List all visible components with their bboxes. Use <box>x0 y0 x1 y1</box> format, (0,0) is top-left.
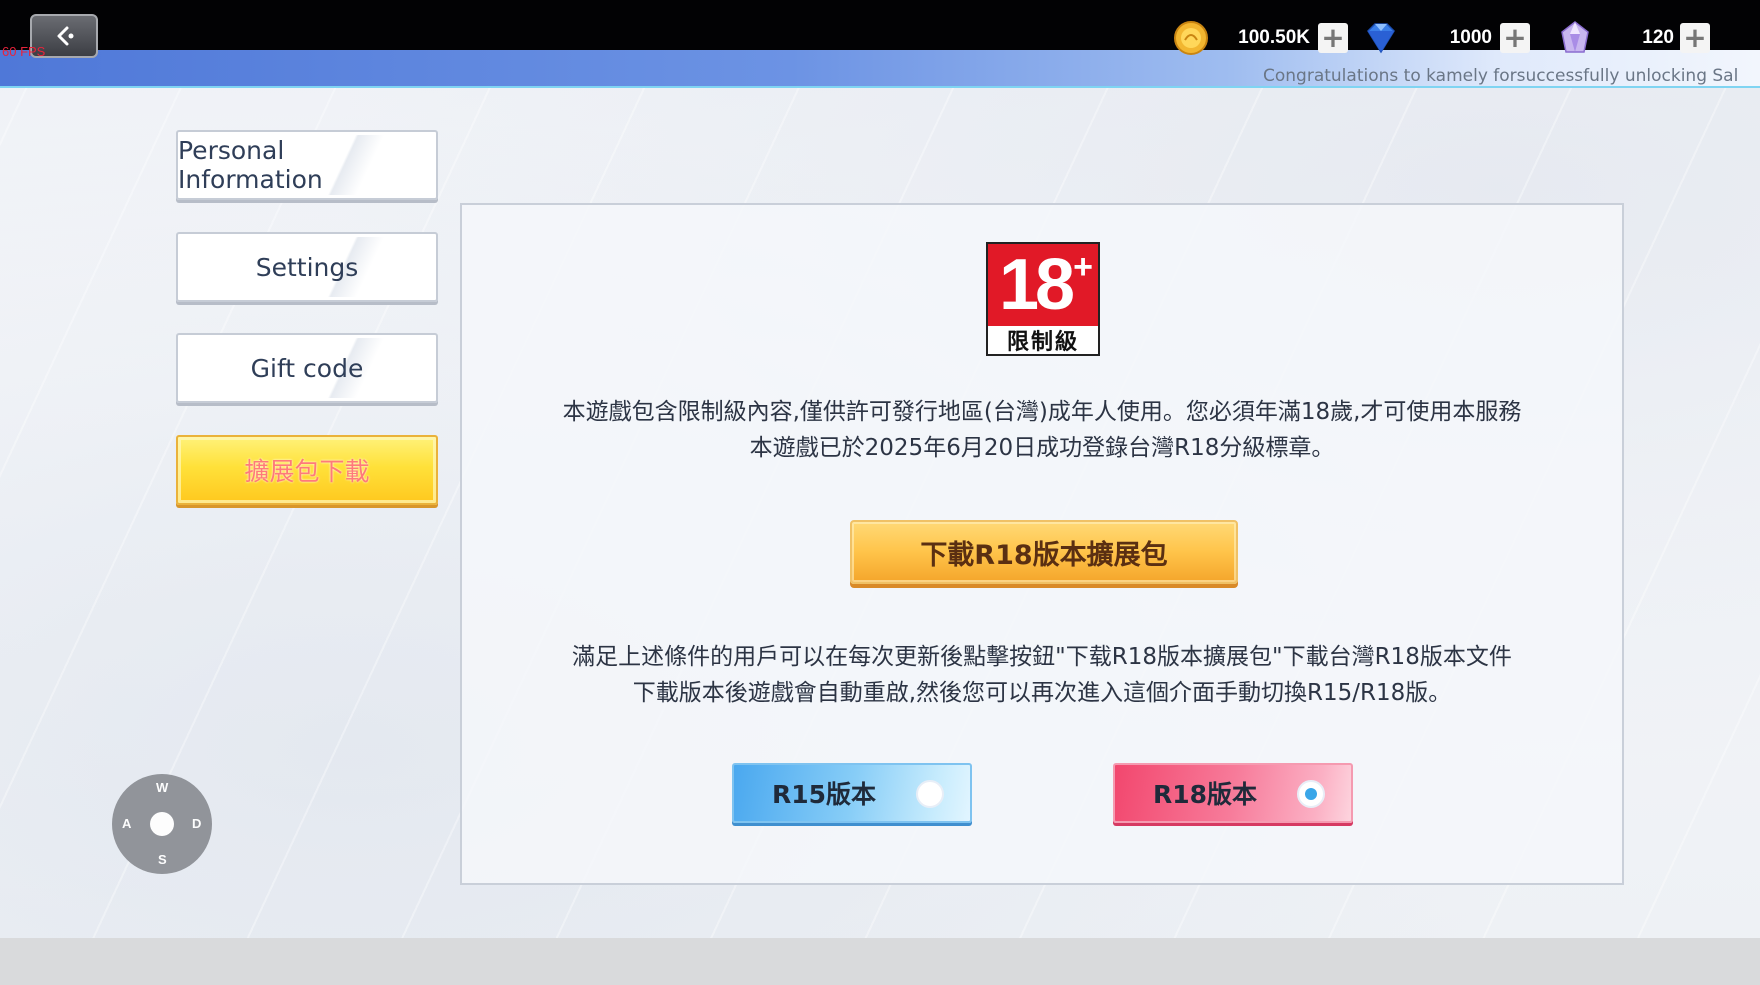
rating-label: 限制級 <box>1006 330 1079 355</box>
rating-number: 18 <box>999 245 1075 325</box>
sidebar-item-gift-code[interactable]: Gift code <box>176 333 438 403</box>
rating-plus: + <box>1073 247 1093 286</box>
joystick-key-down: S <box>158 852 167 867</box>
gold-value: 100.50K <box>1238 27 1310 48</box>
joystick-key-up: W <box>156 780 169 795</box>
gem-value: 1000 <box>1449 27 1492 48</box>
bottom-strip <box>0 938 1760 985</box>
crystal-value: 120 <box>1642 27 1674 48</box>
rating-18-badge: 18 + 限制級 <box>986 242 1100 356</box>
broadcast-ticker: Congratulations to kamely forsuccessfull… <box>1263 66 1739 86</box>
info-line-1: 滿足上述條件的用戶可以在每次更新後點擊按鈕"下载R18版本擴展包"下載台灣R18… <box>572 644 1512 670</box>
radio-selected-dot <box>1305 788 1317 800</box>
sidebar-item-personal-information[interactable]: Personal Information <box>176 130 438 200</box>
fps-counter: 60 FPS <box>2 44 46 59</box>
sidebar-item-expansion-download[interactable]: 擴展包下載 <box>176 435 438 505</box>
joystick-key-right: D <box>192 816 202 831</box>
notice-line-1: 本遊戲包含限制級內容,僅供許可發行地區(台灣)成年人使用。您必須年滿18歲,才可… <box>562 399 1522 425</box>
expansion-download-panel: 18 + 限制級 本遊戲包含限制級內容,僅供許可發行地區(台灣)成年人使用。您必須… <box>460 203 1624 885</box>
r18-version-option[interactable]: R18版本 <box>1113 763 1353 823</box>
r15-version-option[interactable]: R15版本 <box>732 763 972 823</box>
r15-version-label: R15版本 <box>772 780 877 809</box>
back-arrow-icon <box>57 26 74 46</box>
info-line-2: 下載版本後遊戲會自動重啟,然後您可以再次進入這個介面手動切換R15/R18版。 <box>632 680 1452 706</box>
settings-screen: 60 FPS 100.50K + 1000 + 120 + Congratula… <box>0 0 1760 938</box>
gold-currency: 100.50K + <box>1172 18 1348 58</box>
add-gold-button[interactable]: + <box>1318 23 1348 53</box>
gold-coin-icon <box>1172 19 1210 57</box>
wasd-joystick[interactable]: W A D S <box>112 774 212 874</box>
add-gem-button[interactable]: + <box>1500 23 1530 53</box>
joystick-knob[interactable] <box>150 812 174 836</box>
r15-radio-button[interactable] <box>916 780 944 808</box>
joystick-key-left: A <box>122 816 132 831</box>
crystal-currency: 120 + <box>1556 18 1710 58</box>
download-r18-expansion-button[interactable]: 下載R18版本擴展包 <box>850 520 1238 584</box>
crystal-icon <box>1556 19 1594 57</box>
gem-currency: 1000 + <box>1362 18 1530 58</box>
r18-version-label: R18版本 <box>1153 780 1258 809</box>
diamond-icon <box>1362 19 1400 57</box>
r18-radio-button[interactable] <box>1297 780 1325 808</box>
notice-line-2: 本遊戲已於2025年6月20日成功登錄台灣R18分級標章。 <box>749 435 1335 461</box>
sidebar-item-settings[interactable]: Settings <box>176 232 438 302</box>
add-crystal-button[interactable]: + <box>1680 23 1710 53</box>
